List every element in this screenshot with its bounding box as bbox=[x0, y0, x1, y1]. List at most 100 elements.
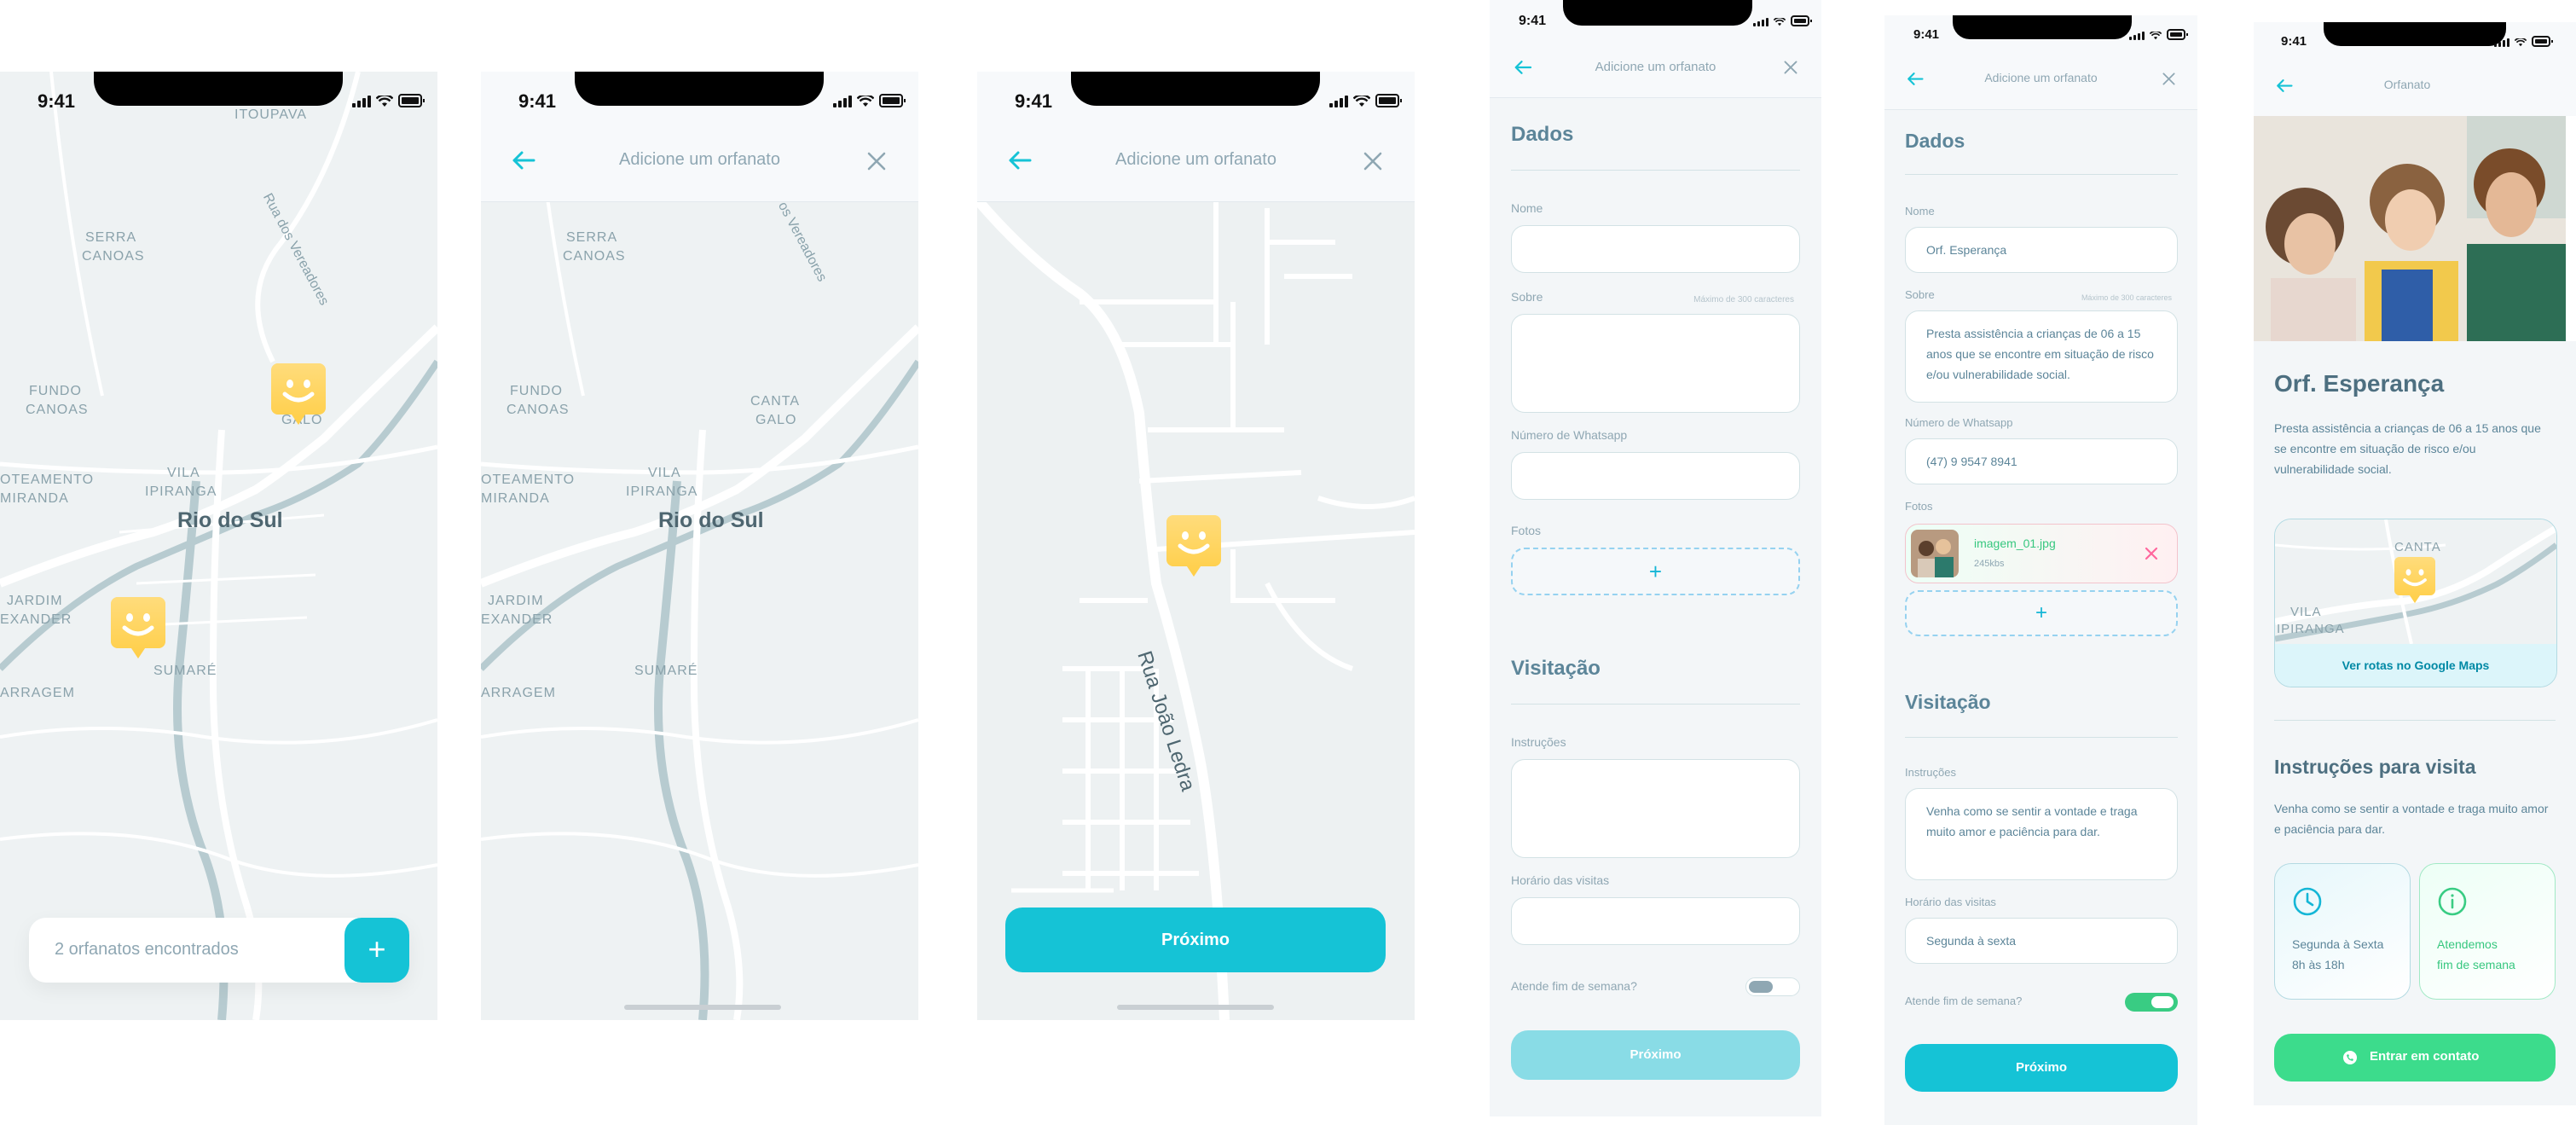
next-button[interactable]: Próximo bbox=[1905, 1044, 2178, 1092]
close-icon[interactable] bbox=[2162, 72, 2175, 85]
status-time: 9:41 bbox=[1913, 27, 1940, 42]
map-label: CANOAS bbox=[563, 249, 626, 264]
uploaded-photo: imagem_01.jpg 245kbs bbox=[1905, 524, 2178, 583]
label-about: Sobre bbox=[1511, 290, 1543, 304]
notch bbox=[2324, 22, 2506, 46]
header-title: Orfanato bbox=[2383, 78, 2431, 91]
whatsapp-icon bbox=[2343, 1051, 2357, 1064]
map-label: CANTA bbox=[750, 394, 801, 409]
hours-input[interactable] bbox=[1511, 897, 1800, 945]
label-photos: Fotos bbox=[1905, 500, 1933, 513]
add-photo-button[interactable]: + bbox=[1511, 548, 1800, 595]
map-view[interactable] bbox=[0, 72, 437, 1020]
location-pin[interactable] bbox=[1166, 515, 1221, 577]
notch bbox=[1953, 15, 2132, 39]
weekend-toggle[interactable] bbox=[1745, 977, 1800, 996]
status-time: 9:41 bbox=[1015, 90, 1053, 112]
label-name: Nome bbox=[1905, 205, 1935, 217]
signal-icon bbox=[352, 96, 371, 107]
orphanage-pin[interactable] bbox=[271, 363, 326, 425]
label-hours: Horário das visitas bbox=[1905, 896, 1996, 908]
battery-icon bbox=[398, 94, 425, 107]
section-title: Dados bbox=[1905, 130, 1965, 152]
screen-map: ITOUPAVA Rua dos Vereadores SERRA CANOAS… bbox=[0, 72, 437, 1020]
weekend-card: Atendemos fim de semana bbox=[2419, 863, 2556, 1000]
instructions-text: Venha como se sentir a vontade e traga m… bbox=[2274, 802, 2549, 836]
next-button[interactable]: Próximo bbox=[1511, 1030, 1800, 1080]
map-view[interactable] bbox=[481, 72, 918, 1020]
divider bbox=[1511, 704, 1800, 705]
about-textarea[interactable] bbox=[1511, 314, 1800, 413]
home-indicator bbox=[1117, 1005, 1274, 1010]
hours-line2: 8h às 18h bbox=[2292, 958, 2345, 971]
hours-input[interactable]: Segunda à sexta bbox=[1905, 918, 2178, 964]
orphanage-photo[interactable] bbox=[2254, 116, 2576, 341]
orphanages-count: 2 orfanatos encontrados bbox=[55, 940, 239, 959]
status-icons bbox=[2494, 36, 2553, 47]
wifi-icon bbox=[1774, 18, 1786, 26]
label-hours: Horário das visitas bbox=[1511, 873, 1610, 887]
close-icon[interactable] bbox=[1784, 61, 1797, 74]
footer-card: 2 orfanatos encontrados + bbox=[29, 918, 409, 983]
orphanage-name: Orf. Esperança bbox=[2274, 370, 2445, 397]
map-label: VILA bbox=[2290, 605, 2322, 619]
screen-form-empty: Adicione um orfanato Dados Nome Sobre Má… bbox=[1490, 0, 1821, 1116]
battery-icon bbox=[2532, 36, 2553, 47]
map-label: ARRAGEM bbox=[481, 686, 556, 700]
notch bbox=[94, 72, 343, 106]
map-label: VILA bbox=[167, 466, 200, 480]
divider bbox=[2274, 720, 2556, 721]
header-title: Adicione um orfanato bbox=[618, 150, 780, 169]
signal-icon bbox=[2129, 32, 2145, 40]
map-label: CANOAS bbox=[82, 249, 145, 264]
close-icon[interactable] bbox=[867, 152, 886, 171]
notch bbox=[1071, 72, 1320, 106]
status-icons bbox=[833, 94, 906, 107]
map-label: IPIRANGA bbox=[626, 484, 698, 499]
status-icons bbox=[2129, 29, 2188, 40]
next-button[interactable]: Próximo bbox=[1005, 908, 1386, 972]
signal-icon bbox=[1329, 96, 1348, 107]
map-label: JARDIM bbox=[7, 594, 63, 608]
map-label: FUNDO bbox=[510, 384, 563, 398]
google-maps-link[interactable]: Ver rotas no Google Maps bbox=[2275, 644, 2556, 687]
map-label: VILA bbox=[648, 466, 681, 480]
status-bar: 9:41 bbox=[0, 72, 437, 126]
name-input[interactable] bbox=[1511, 225, 1800, 273]
status-bar: 9:41 bbox=[481, 72, 918, 126]
map-label: GALO bbox=[755, 413, 797, 427]
instructions-textarea[interactable]: Venha como se sentir a vontade e traga m… bbox=[1905, 788, 2178, 880]
map-label: EXANDER bbox=[0, 612, 72, 627]
close-icon[interactable] bbox=[1363, 152, 1382, 171]
orphanage-pin[interactable] bbox=[111, 597, 165, 658]
about-hint: Máximo de 300 caracteres bbox=[2081, 293, 2172, 302]
weekend-line2: fim de semana bbox=[2437, 958, 2515, 971]
info-icon bbox=[2438, 887, 2467, 916]
header-title: Adicione um orfanato bbox=[1595, 60, 1716, 74]
screen-location-selected: Rua João Ledra Adicione um orfanato Próx… bbox=[977, 72, 1415, 1020]
instructions-textarea[interactable] bbox=[1511, 759, 1800, 858]
whatsapp-input[interactable]: (47) 9 9547 8941 bbox=[1905, 438, 2178, 484]
label-about: Sobre bbox=[1905, 288, 1935, 301]
about-textarea[interactable]: Presta assistência a crianças de 06 a 15… bbox=[1905, 310, 2178, 403]
label-weekend: Atende fim de semana? bbox=[1511, 979, 1637, 993]
label-whatsapp: Número de Whatsapp bbox=[1511, 428, 1628, 442]
remove-photo-icon[interactable] bbox=[2145, 547, 2158, 560]
name-input[interactable]: Orf. Esperança bbox=[1905, 227, 2178, 273]
whatsapp-input[interactable] bbox=[1511, 452, 1800, 500]
status-bar: 9:41 bbox=[977, 72, 1415, 126]
label-instructions: Instruções bbox=[1905, 766, 1956, 779]
map-label: CANOAS bbox=[507, 403, 570, 417]
section-title: Visitação bbox=[1511, 657, 1601, 680]
status-time: 9:41 bbox=[1519, 14, 1547, 28]
add-orphanage-button[interactable]: + bbox=[344, 918, 409, 983]
add-photo-button[interactable]: + bbox=[1905, 590, 2178, 636]
contact-button[interactable]: Entrar em contato bbox=[2274, 1034, 2556, 1082]
map-label: FUNDO bbox=[29, 384, 82, 398]
status-time: 9:41 bbox=[2281, 34, 2307, 49]
map-label: SERRA bbox=[566, 230, 618, 245]
wifi-icon bbox=[857, 96, 874, 107]
hours-card: Segunda à Sexta 8h às 18h bbox=[2274, 863, 2411, 1000]
divider bbox=[1905, 174, 2178, 175]
weekend-toggle[interactable] bbox=[2125, 993, 2178, 1012]
